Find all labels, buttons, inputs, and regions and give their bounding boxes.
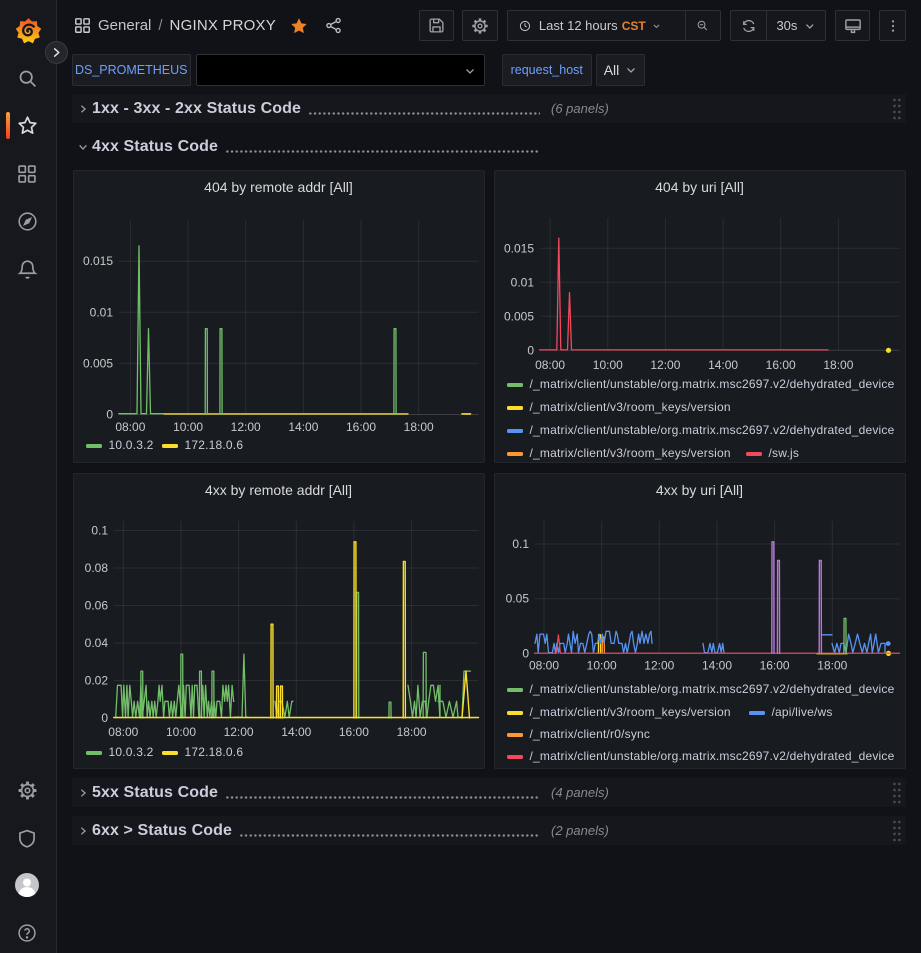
svg-text:16:00: 16:00 <box>338 725 368 739</box>
svg-text:14:00: 14:00 <box>288 420 318 434</box>
svg-text:0.1: 0.1 <box>91 524 108 538</box>
svg-text:08:00: 08:00 <box>115 420 145 434</box>
svg-text:16:00: 16:00 <box>765 358 795 372</box>
svg-text:10:00: 10:00 <box>165 725 195 739</box>
svg-text:18:00: 18:00 <box>823 358 853 372</box>
svg-text:0.01: 0.01 <box>510 275 534 289</box>
svg-text:16:00: 16:00 <box>345 420 375 434</box>
svg-text:12:00: 12:00 <box>644 659 674 673</box>
svg-text:0.02: 0.02 <box>84 674 108 688</box>
svg-text:10:00: 10:00 <box>592 358 622 372</box>
svg-text:0: 0 <box>101 711 108 725</box>
svg-text:0: 0 <box>106 408 113 422</box>
svg-text:10:00: 10:00 <box>173 420 203 434</box>
svg-text:12:00: 12:00 <box>230 420 260 434</box>
svg-text:0.005: 0.005 <box>503 309 533 323</box>
svg-text:12:00: 12:00 <box>223 725 253 739</box>
svg-text:0.08: 0.08 <box>84 561 108 575</box>
svg-text:08:00: 08:00 <box>535 358 565 372</box>
svg-text:18:00: 18:00 <box>396 725 426 739</box>
svg-text:14:00: 14:00 <box>281 725 311 739</box>
svg-text:0.005: 0.005 <box>82 356 112 370</box>
svg-text:16:00: 16:00 <box>759 659 789 673</box>
svg-text:08:00: 08:00 <box>528 659 558 673</box>
svg-text:10:00: 10:00 <box>586 659 616 673</box>
svg-text:0.1: 0.1 <box>512 537 529 551</box>
svg-text:14:00: 14:00 <box>701 659 731 673</box>
svg-text:0.015: 0.015 <box>82 254 112 268</box>
svg-text:14:00: 14:00 <box>708 358 738 372</box>
svg-text:18:00: 18:00 <box>817 659 847 673</box>
svg-text:0.06: 0.06 <box>84 599 108 613</box>
svg-text:0.04: 0.04 <box>84 636 108 650</box>
svg-text:0.05: 0.05 <box>505 592 529 606</box>
svg-text:0.015: 0.015 <box>503 241 533 255</box>
svg-text:18:00: 18:00 <box>403 420 433 434</box>
svg-text:08:00: 08:00 <box>108 725 138 739</box>
svg-text:0: 0 <box>527 343 534 357</box>
svg-text:12:00: 12:00 <box>650 358 680 372</box>
svg-text:0.01: 0.01 <box>89 305 113 319</box>
